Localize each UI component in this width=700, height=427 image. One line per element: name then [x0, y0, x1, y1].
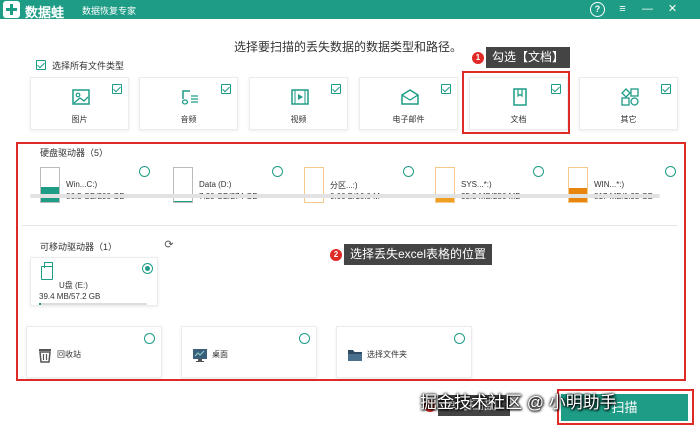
drive-win[interactable]: WIN...*:) 817 MB/1.95 GB [568, 164, 700, 206]
usb-icon [41, 262, 53, 280]
step2-callout: 选择丢失excel表格的位置 [344, 244, 493, 265]
email-icon [401, 89, 419, 105]
drive-partition-radio[interactable] [403, 166, 414, 177]
hard-drives-title: 硬盘驱动器（5） [40, 148, 109, 158]
drives-scrollbar[interactable] [30, 194, 660, 198]
step2-badge: 2 [330, 249, 342, 261]
recycle-bin-icon [39, 349, 51, 363]
drive-name: Win...C:) [66, 180, 98, 189]
drive-name: 分区...:) [330, 181, 358, 190]
app-subtitle: 数据恢复专家 [82, 6, 137, 16]
drive-c-radio[interactable] [139, 166, 150, 177]
drive-name: U盘 (E:) [59, 281, 88, 290]
drive-partition[interactable]: 分区...:) 0.00 B/16.0 M [304, 164, 437, 206]
location-radio[interactable] [299, 333, 310, 344]
drive-usb-e[interactable]: U盘 (E:) 39.4 MB/57.2 GB [30, 257, 158, 306]
location-label: 桌面 [212, 350, 228, 359]
step1-callout: 勾选【文档】 [486, 47, 571, 68]
drive-win-radio[interactable] [665, 166, 676, 177]
type-label: 电子邮件 [392, 115, 425, 124]
refresh-icon[interactable]: ⟳ [163, 239, 175, 251]
drive-d[interactable]: Data (D:) 7.20 GB/274 GB [173, 164, 306, 206]
type-checkbox[interactable] [221, 84, 231, 94]
drive-name: SYS...*:) [461, 180, 492, 189]
music-icon [181, 90, 198, 105]
type-card-image[interactable]: 图片 [30, 77, 129, 130]
type-card-other[interactable]: 其它 [579, 77, 678, 130]
usage-bar [39, 303, 147, 305]
location-desktop[interactable]: 桌面 [181, 326, 317, 378]
type-label: 图片 [71, 115, 88, 124]
type-card-video[interactable]: 视频 [249, 77, 348, 130]
type-checkbox[interactable] [331, 84, 341, 94]
type-checkbox[interactable] [441, 84, 451, 94]
step1-highlight [462, 71, 570, 134]
location-label: 选择文件夹 [367, 350, 407, 359]
select-all-label: 选择所有文件类型 [52, 61, 125, 71]
help-icon[interactable]: ? [590, 2, 605, 17]
drive-c[interactable]: Win...C:) 86.5 GB/200 GB [40, 164, 173, 206]
location-select-folder[interactable]: 选择文件夹 [336, 326, 472, 378]
menu-icon[interactable]: ≡ [615, 2, 630, 17]
type-label: 其它 [620, 115, 637, 124]
section-divider [22, 225, 678, 226]
minimize-icon[interactable]: — [640, 2, 655, 17]
watermark: 掘金技术社区 @ 小明助手 [420, 393, 617, 412]
video-icon [291, 89, 309, 105]
drive-name: WIN...*:) [594, 180, 625, 189]
close-icon[interactable]: ✕ [665, 2, 680, 17]
drive-usb-radio[interactable] [142, 263, 153, 274]
location-radio[interactable] [144, 333, 155, 344]
type-card-audio[interactable]: 音频 [139, 77, 238, 130]
drive-d-radio[interactable] [272, 166, 283, 177]
type-checkbox[interactable] [112, 84, 122, 94]
drive-sys[interactable]: SYS...*:) 35.5 MB/256 MB [435, 164, 568, 206]
drive-size: 39.4 MB/57.2 GB [39, 292, 101, 301]
instruction-text: 选择要扫描的丢失数据的数据类型和路径。 [234, 40, 463, 54]
folder-icon [348, 350, 362, 361]
app-name: 数据蛙 [25, 5, 65, 20]
drive-name: Data (D:) [199, 180, 232, 189]
apps-icon [621, 88, 639, 106]
location-radio[interactable] [454, 333, 465, 344]
type-label: 视频 [290, 115, 307, 124]
app-logo [3, 1, 20, 18]
step1-badge: 1 [472, 52, 484, 64]
location-recycle-bin[interactable]: 回收站 [26, 326, 162, 378]
type-card-email[interactable]: 电子邮件 [359, 77, 458, 130]
type-checkbox[interactable] [661, 84, 671, 94]
select-all-checkbox[interactable] [36, 60, 46, 70]
location-label: 回收站 [57, 350, 81, 359]
drive-sys-radio[interactable] [533, 166, 544, 177]
title-bar: 数据蛙 数据恢复专家 ? ≡ — ✕ [0, 0, 700, 20]
removable-drives-title: 可移动驱动器（1） [40, 242, 118, 252]
type-label: 音频 [180, 115, 197, 124]
image-icon [72, 89, 90, 105]
desktop-icon [193, 349, 207, 362]
